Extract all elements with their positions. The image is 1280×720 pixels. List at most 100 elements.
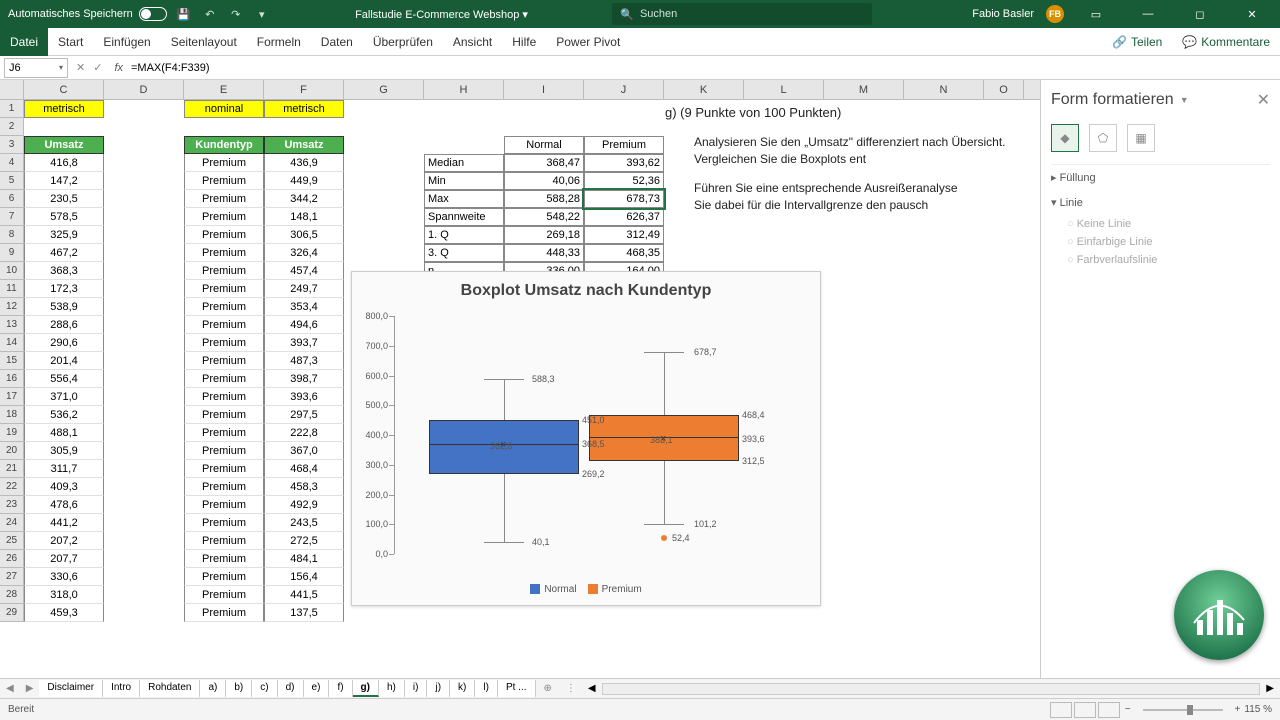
cell[interactable]: 148,1 (264, 208, 344, 226)
select-all[interactable] (0, 80, 24, 100)
save-icon[interactable]: 💾 (175, 5, 193, 23)
cell[interactable]: 468,35 (584, 244, 664, 262)
cell[interactable]: 538,9 (24, 298, 104, 316)
cell[interactable]: 243,5 (264, 514, 344, 532)
opt-solid-line[interactable]: Einfarbige Linie (1051, 233, 1270, 251)
autosave-toggle[interactable]: Automatisches Speichern (8, 7, 167, 21)
cell[interactable]: Premium (184, 244, 264, 262)
sheet-tab[interactable]: f) (329, 680, 352, 697)
maximize-button[interactable]: ◻ (1180, 0, 1220, 28)
row-header-18[interactable]: 18 (0, 406, 23, 424)
sheet-tab[interactable]: Rohdaten (140, 680, 200, 697)
tab-start[interactable]: Start (48, 28, 93, 56)
qat-more-icon[interactable]: ▾ (253, 5, 271, 23)
row-header-26[interactable]: 26 (0, 550, 23, 568)
size-icon[interactable]: ▦ (1127, 124, 1155, 152)
effects-icon[interactable]: ⬠ (1089, 124, 1117, 152)
cell[interactable]: 484,1 (264, 550, 344, 568)
cell[interactable]: 678,73 (584, 190, 664, 208)
cancel-formula-icon[interactable]: ✕ (76, 61, 85, 74)
sheet-tab[interactable]: l) (475, 680, 498, 697)
cell[interactable]: 330,6 (24, 568, 104, 586)
row-header-29[interactable]: 29 (0, 604, 23, 622)
boxplot-chart[interactable]: Boxplot Umsatz nach Kundentyp 0,0100,020… (351, 271, 821, 606)
col-header-J[interactable]: J (584, 80, 664, 99)
cell[interactable]: Median (424, 154, 504, 172)
tab-ueberpruefen[interactable]: Überprüfen (363, 28, 443, 56)
row-header-27[interactable]: 27 (0, 568, 23, 586)
row-header-17[interactable]: 17 (0, 388, 23, 406)
pane-dropdown-icon[interactable]: ▼ (1180, 95, 1189, 105)
cell[interactable]: 626,37 (584, 208, 664, 226)
row-header-11[interactable]: 11 (0, 280, 23, 298)
zoom-in[interactable]: + (1231, 704, 1245, 715)
row-header-6[interactable]: 6 (0, 190, 23, 208)
sheet-tab[interactable]: k) (450, 680, 475, 697)
cell[interactable]: 312,49 (584, 226, 664, 244)
row-header-19[interactable]: 19 (0, 424, 23, 442)
row-header-20[interactable]: 20 (0, 442, 23, 460)
share-button[interactable]: 🔗 Teilen (1102, 35, 1172, 49)
col-header-O[interactable]: O (984, 80, 1024, 99)
cell[interactable]: 40,06 (504, 172, 584, 190)
cell[interactable]: Premium (184, 172, 264, 190)
cell[interactable]: 3. Q (424, 244, 504, 262)
cell[interactable]: Premium (184, 442, 264, 460)
cell[interactable]: Umsatz (264, 136, 344, 154)
cell[interactable]: metrisch (24, 100, 104, 118)
cell[interactable]: 269,18 (504, 226, 584, 244)
sheet-tab[interactable]: Pt ... (498, 680, 536, 697)
cell[interactable]: 172,3 (24, 280, 104, 298)
tab-hilfe[interactable]: Hilfe (502, 28, 546, 56)
cell[interactable]: 222,8 (264, 424, 344, 442)
view-normal[interactable] (1050, 702, 1072, 718)
sheet-tab[interactable]: b) (226, 680, 252, 697)
cell[interactable]: 230,5 (24, 190, 104, 208)
close-button[interactable]: ✕ (1232, 0, 1272, 28)
cell[interactable]: Premium (184, 424, 264, 442)
cell[interactable]: 249,7 (264, 280, 344, 298)
ribbon-mode-icon[interactable]: ▭ (1076, 0, 1116, 28)
sheet-tab[interactable]: e) (304, 680, 330, 697)
h-scrollbar[interactable] (602, 683, 1261, 695)
col-header-N[interactable]: N (904, 80, 984, 99)
cell[interactable]: 487,3 (264, 352, 344, 370)
col-header-H[interactable]: H (424, 80, 504, 99)
spreadsheet-grid[interactable]: CDEFGHIJKLMNO 12345678910111213141516171… (0, 80, 1040, 678)
tab-daten[interactable]: Daten (311, 28, 363, 56)
col-header-M[interactable]: M (824, 80, 904, 99)
cell[interactable]: 290,6 (24, 334, 104, 352)
col-header-F[interactable]: F (264, 80, 344, 99)
comments-button[interactable]: 💬 Kommentare (1172, 35, 1280, 49)
cell[interactable]: Premium (184, 532, 264, 550)
section-line[interactable]: Linie (1051, 190, 1270, 215)
row-header-2[interactable]: 2 (0, 118, 23, 136)
zoom-value[interactable]: 115 % (1244, 704, 1272, 715)
cell[interactable]: Premium (184, 460, 264, 478)
cell[interactable]: 201,4 (24, 352, 104, 370)
row-header-14[interactable]: 14 (0, 334, 23, 352)
row-header-24[interactable]: 24 (0, 514, 23, 532)
cell[interactable]: Premium (184, 190, 264, 208)
cell[interactable]: Premium (184, 298, 264, 316)
cell[interactable]: 556,4 (24, 370, 104, 388)
cell[interactable]: 393,62 (584, 154, 664, 172)
row-header-9[interactable]: 9 (0, 244, 23, 262)
cell[interactable]: 325,9 (24, 226, 104, 244)
redo-icon[interactable]: ↷ (227, 5, 245, 23)
col-header-E[interactable]: E (184, 80, 264, 99)
cell[interactable]: Umsatz (24, 136, 104, 154)
cell[interactable]: 393,7 (264, 334, 344, 352)
sheet-tab[interactable]: Disclaimer (39, 680, 103, 697)
tab-formeln[interactable]: Formeln (247, 28, 311, 56)
col-header-L[interactable]: L (744, 80, 824, 99)
cell[interactable]: 353,4 (264, 298, 344, 316)
row-header-23[interactable]: 23 (0, 496, 23, 514)
tab-nav-prev[interactable]: ◀ (0, 683, 20, 694)
cell[interactable]: 207,2 (24, 532, 104, 550)
row-header-28[interactable]: 28 (0, 586, 23, 604)
row-header-7[interactable]: 7 (0, 208, 23, 226)
col-header-K[interactable]: K (664, 80, 744, 99)
cell[interactable]: 156,4 (264, 568, 344, 586)
cell[interactable]: metrisch (264, 100, 344, 118)
